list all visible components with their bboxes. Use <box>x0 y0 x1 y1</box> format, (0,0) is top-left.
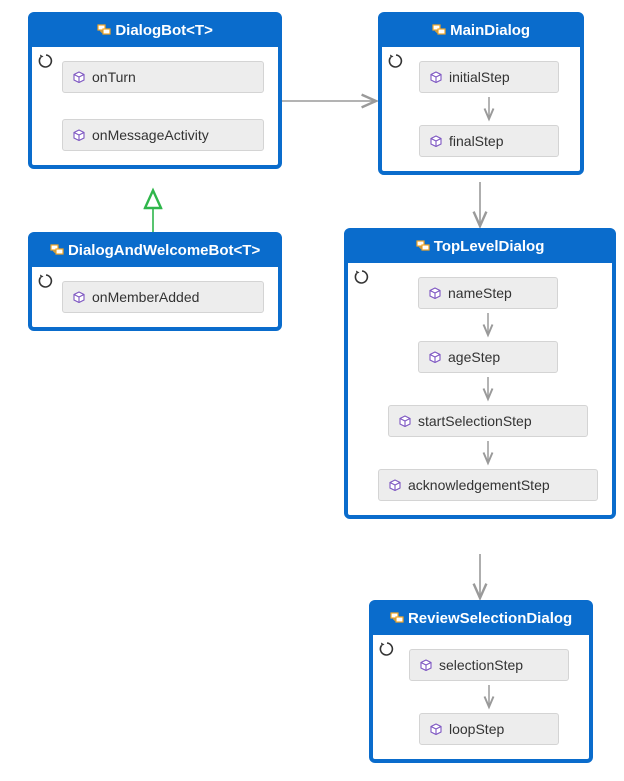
node-dialogbot: DialogBot<T> onTurn onMessageActivity <box>28 12 282 169</box>
arrow-down-icon <box>482 311 494 339</box>
method-label: ageStep <box>448 349 500 365</box>
arrow-down-icon <box>482 375 494 403</box>
method-agestep: ageStep <box>418 341 558 373</box>
method-label: initialStep <box>449 69 510 85</box>
class-icon <box>50 243 64 257</box>
cube-icon <box>389 479 401 491</box>
method-label: onMemberAdded <box>92 289 199 305</box>
method-label: onTurn <box>92 69 136 85</box>
cycle-icon <box>388 53 404 69</box>
arrow-down-icon <box>482 439 494 467</box>
class-icon <box>432 23 446 37</box>
node-title: DialogBot<T> <box>115 22 213 39</box>
node-topleveldialog: TopLevelDialog nameStep ageStep startSel… <box>344 228 616 519</box>
node-title: TopLevelDialog <box>434 238 545 255</box>
cube-icon <box>430 723 442 735</box>
method-selectionstep: selectionStep <box>409 649 569 681</box>
cube-icon <box>73 129 85 141</box>
cycle-icon <box>379 641 395 657</box>
node-reviewselectiondialog: ReviewSelectionDialog selectionStep loop… <box>369 600 593 763</box>
cube-icon <box>430 135 442 147</box>
method-finalstep: finalStep <box>419 125 559 157</box>
method-initialstep: initialStep <box>419 61 559 93</box>
method-onmemberadded: onMemberAdded <box>62 281 264 313</box>
method-label: nameStep <box>448 285 512 301</box>
method-label: acknowledgementStep <box>408 477 550 493</box>
node-header: TopLevelDialog <box>348 232 612 263</box>
cube-icon <box>429 351 441 363</box>
cycle-icon <box>354 269 370 285</box>
node-header: ReviewSelectionDialog <box>373 604 589 635</box>
cube-icon <box>73 71 85 83</box>
cycle-icon <box>38 53 54 69</box>
cube-icon <box>399 415 411 427</box>
cycle-icon <box>38 273 54 289</box>
node-header: MainDialog <box>382 16 580 47</box>
arrow-down-icon <box>483 95 495 123</box>
node-title: MainDialog <box>450 22 530 39</box>
method-onturn: onTurn <box>62 61 264 93</box>
class-icon <box>97 23 111 37</box>
method-label: startSelectionStep <box>418 413 532 429</box>
node-title: DialogAndWelcomeBot<T> <box>68 242 260 259</box>
cube-icon <box>429 287 441 299</box>
cube-icon <box>420 659 432 671</box>
method-label: loopStep <box>449 721 504 737</box>
method-label: onMessageActivity <box>92 127 209 143</box>
method-label: selectionStep <box>439 657 523 673</box>
node-maindialog: MainDialog initialStep finalStep <box>378 12 584 175</box>
class-icon <box>390 611 404 625</box>
node-dialogandwelcomebot: DialogAndWelcomeBot<T> onMemberAdded <box>28 232 282 331</box>
method-loopstep: loopStep <box>419 713 559 745</box>
method-label: finalStep <box>449 133 503 149</box>
node-header: DialogBot<T> <box>32 16 278 47</box>
cube-icon <box>430 71 442 83</box>
method-acknowledgementstep: acknowledgementStep <box>378 469 598 501</box>
method-namestep: nameStep <box>418 277 558 309</box>
class-icon <box>416 239 430 253</box>
node-header: DialogAndWelcomeBot<T> <box>32 236 278 267</box>
node-title: ReviewSelectionDialog <box>408 610 572 627</box>
cube-icon <box>73 291 85 303</box>
arrow-down-icon <box>483 683 495 711</box>
method-startselectionstep: startSelectionStep <box>388 405 588 437</box>
method-onmessageactivity: onMessageActivity <box>62 119 264 151</box>
